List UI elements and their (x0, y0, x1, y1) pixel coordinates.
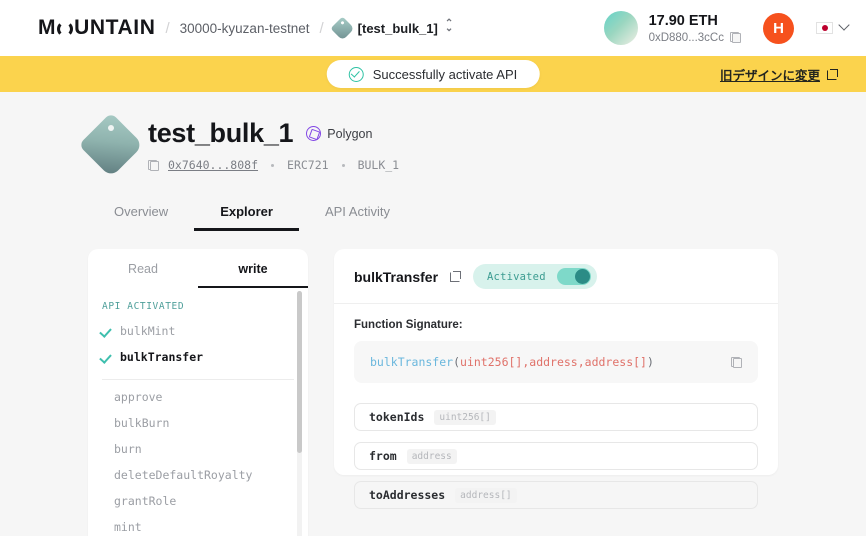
function-params: tokenIds uint256[] from address toAddres… (334, 383, 778, 509)
read-write-tabs: Read write (88, 249, 308, 288)
meta-separator-2 (342, 164, 345, 167)
brand-text-part-1: M (38, 16, 56, 40)
signature-label: Function Signature: (354, 319, 758, 331)
param-type: address[] (455, 488, 516, 503)
wallet-avatar (604, 11, 638, 45)
scrollbar-thumb[interactable] (297, 291, 302, 453)
check-icon (102, 354, 113, 361)
check-icon (102, 328, 113, 335)
brand-logo[interactable]: M UNTAIN (38, 16, 155, 40)
function-item-label: bulkMint (120, 324, 175, 338)
function-detail-title: bulkTransfer (354, 269, 438, 285)
function-list: API ACTIVATED bulkMint bulkTransfer appr… (88, 288, 308, 536)
top-bar: M UNTAIN / 30000-kyuzan-testnet / [test_… (0, 0, 866, 56)
chevron-up-down-icon: ⌃⌄ (445, 20, 453, 36)
signature-function-name: bulkTransfer (370, 355, 453, 369)
signature-open-paren: ( (453, 355, 460, 369)
language-selector[interactable] (816, 22, 848, 34)
token-standard: ERC721 (287, 158, 329, 172)
function-item-bulkmint[interactable]: bulkMint (88, 318, 308, 344)
function-item-burn[interactable]: burn (88, 436, 308, 462)
signature-param-types: uint256[],address,address[] (460, 355, 647, 369)
function-item-label: bulkTransfer (120, 350, 203, 364)
brand-o-icon (57, 21, 73, 37)
signature-code-block: bulkTransfer(uint256[],address,address[]… (354, 341, 758, 383)
copy-icon[interactable] (148, 160, 159, 171)
activation-toggle[interactable]: Activated (473, 264, 597, 289)
breadcrumb-project[interactable]: 30000-kyuzan-testnet (180, 21, 310, 36)
page-tabs: Overview Explorer API Activity (88, 194, 866, 231)
function-item-bulktransfer[interactable]: bulkTransfer (88, 344, 308, 370)
function-item-grantrole[interactable]: grantRole (88, 488, 308, 514)
breadcrumb-contract-label: [test_bulk_1] (358, 21, 438, 36)
param-name: from (369, 449, 397, 463)
top-bar-right: 17.90 ETH 0xD880...3cCc H (604, 11, 848, 45)
activation-label: Activated (487, 271, 546, 283)
success-toast: Successfully activate API (327, 60, 540, 88)
breadcrumb-contract-selector[interactable]: [test_bulk_1] ⌃⌄ (334, 20, 454, 37)
function-list-panel: Read write API ACTIVATED bulkMint bulkTr… (88, 249, 308, 536)
function-item-mint[interactable]: mint (88, 514, 308, 536)
switch-old-design-label: 旧デザインに変更 (720, 65, 820, 84)
success-toast-text: Successfully activate API (373, 67, 518, 82)
external-link-icon[interactable] (450, 271, 461, 282)
tag-icon (330, 16, 354, 40)
function-detail-header: bulkTransfer Activated (334, 249, 778, 304)
switch-old-design-link[interactable]: 旧デザインに変更 (720, 65, 838, 84)
user-avatar[interactable]: H (763, 13, 794, 44)
signature-close-paren: ) (647, 355, 654, 369)
flag-japan-icon (816, 22, 833, 34)
tab-explorer[interactable]: Explorer (194, 194, 299, 231)
chain-badge: Polygon (306, 126, 372, 141)
tab-api-activity[interactable]: API Activity (299, 194, 416, 231)
wallet-balance: 17.90 ETH (649, 13, 741, 30)
param-type: address (407, 449, 457, 464)
breadcrumb-separator-1: / (165, 20, 169, 37)
wallet-address: 0xD880...3cCc (649, 32, 724, 44)
breadcrumb-separator-2: / (319, 20, 323, 37)
explorer-content: Read write API ACTIVATED bulkMint bulkTr… (88, 231, 866, 536)
function-item-deletedefaultroyalty[interactable]: deleteDefaultRoyalty (88, 462, 308, 488)
param-field-toaddresses[interactable]: toAddresses address[] (354, 481, 758, 509)
contract-tag-icon (78, 112, 143, 177)
page-header: test_bulk_1 Polygon 0x7640...808f ERC721… (88, 92, 866, 172)
function-item-approve[interactable]: approve (88, 384, 308, 410)
tab-overview[interactable]: Overview (88, 194, 194, 231)
function-item-bulkburn[interactable]: bulkBurn (88, 410, 308, 436)
param-type: uint256[] (434, 410, 495, 425)
list-divider (102, 379, 294, 380)
check-circle-icon (349, 67, 364, 82)
function-detail-panel: bulkTransfer Activated Function Signatur… (334, 249, 778, 475)
page-header-text: test_bulk_1 Polygon 0x7640...808f ERC721… (148, 118, 399, 172)
contract-meta: 0x7640...808f ERC721 BULK_1 (148, 158, 399, 172)
param-name: tokenIds (369, 410, 424, 424)
function-list-scrollbar[interactable] (297, 291, 302, 536)
page-title-line: test_bulk_1 Polygon (148, 118, 399, 149)
meta-separator-1 (271, 164, 274, 167)
contract-address[interactable]: 0x7640...808f (168, 158, 258, 172)
polygon-icon (306, 126, 321, 141)
token-symbol: BULK_1 (358, 158, 400, 172)
chevron-down-icon (838, 19, 849, 30)
param-name: toAddresses (369, 488, 445, 502)
param-field-tokenids[interactable]: tokenIds uint256[] (354, 403, 758, 431)
page-title: test_bulk_1 (148, 118, 293, 149)
toggle-knob (575, 269, 590, 284)
param-field-from[interactable]: from address (354, 442, 758, 470)
wallet-address-row[interactable]: 0xD880...3cCc (649, 32, 741, 44)
copy-icon[interactable] (730, 32, 741, 43)
page-content: test_bulk_1 Polygon 0x7640...808f ERC721… (0, 92, 866, 536)
toggle-switch[interactable] (557, 268, 591, 285)
tab-write[interactable]: write (198, 249, 308, 288)
notification-banner: Successfully activate API 旧デザインに変更 (0, 56, 866, 92)
chain-label: Polygon (327, 127, 372, 141)
function-signature-section: Function Signature: bulkTransfer(uint256… (334, 304, 778, 383)
external-link-icon (827, 69, 838, 80)
copy-icon[interactable] (731, 357, 742, 368)
wallet-info: 17.90 ETH 0xD880...3cCc (649, 13, 741, 44)
tab-read[interactable]: Read (88, 249, 198, 288)
brand-text-part-2: UNTAIN (74, 16, 155, 40)
function-list-section-label: API ACTIVATED (88, 301, 308, 318)
